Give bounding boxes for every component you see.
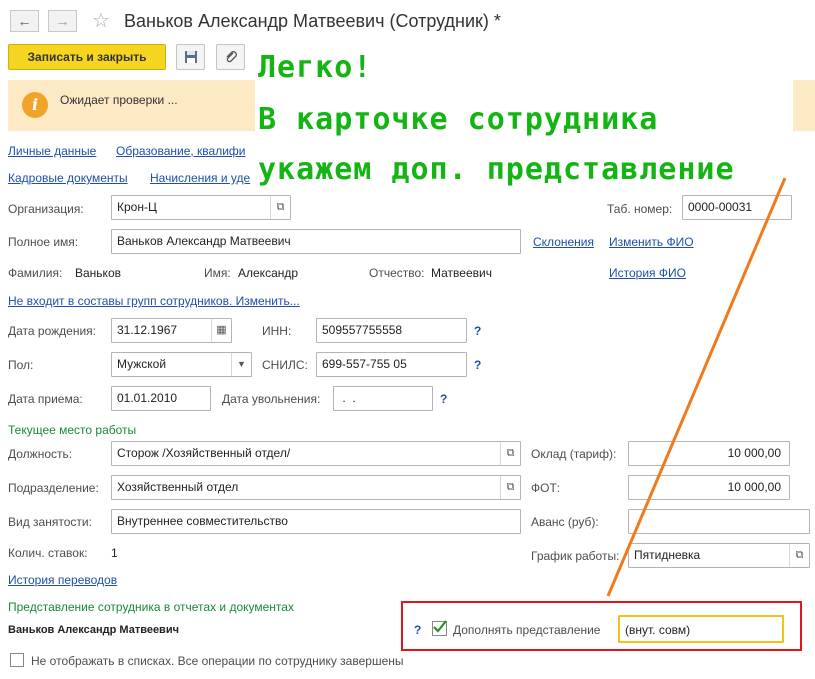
overlay-line-2: В карточке сотрудника (258, 102, 659, 137)
annotation-arrow-line (606, 177, 787, 597)
overlay-line-1: Легко! (258, 50, 373, 85)
overlay-line-3: укажем доп. представление (258, 152, 735, 187)
